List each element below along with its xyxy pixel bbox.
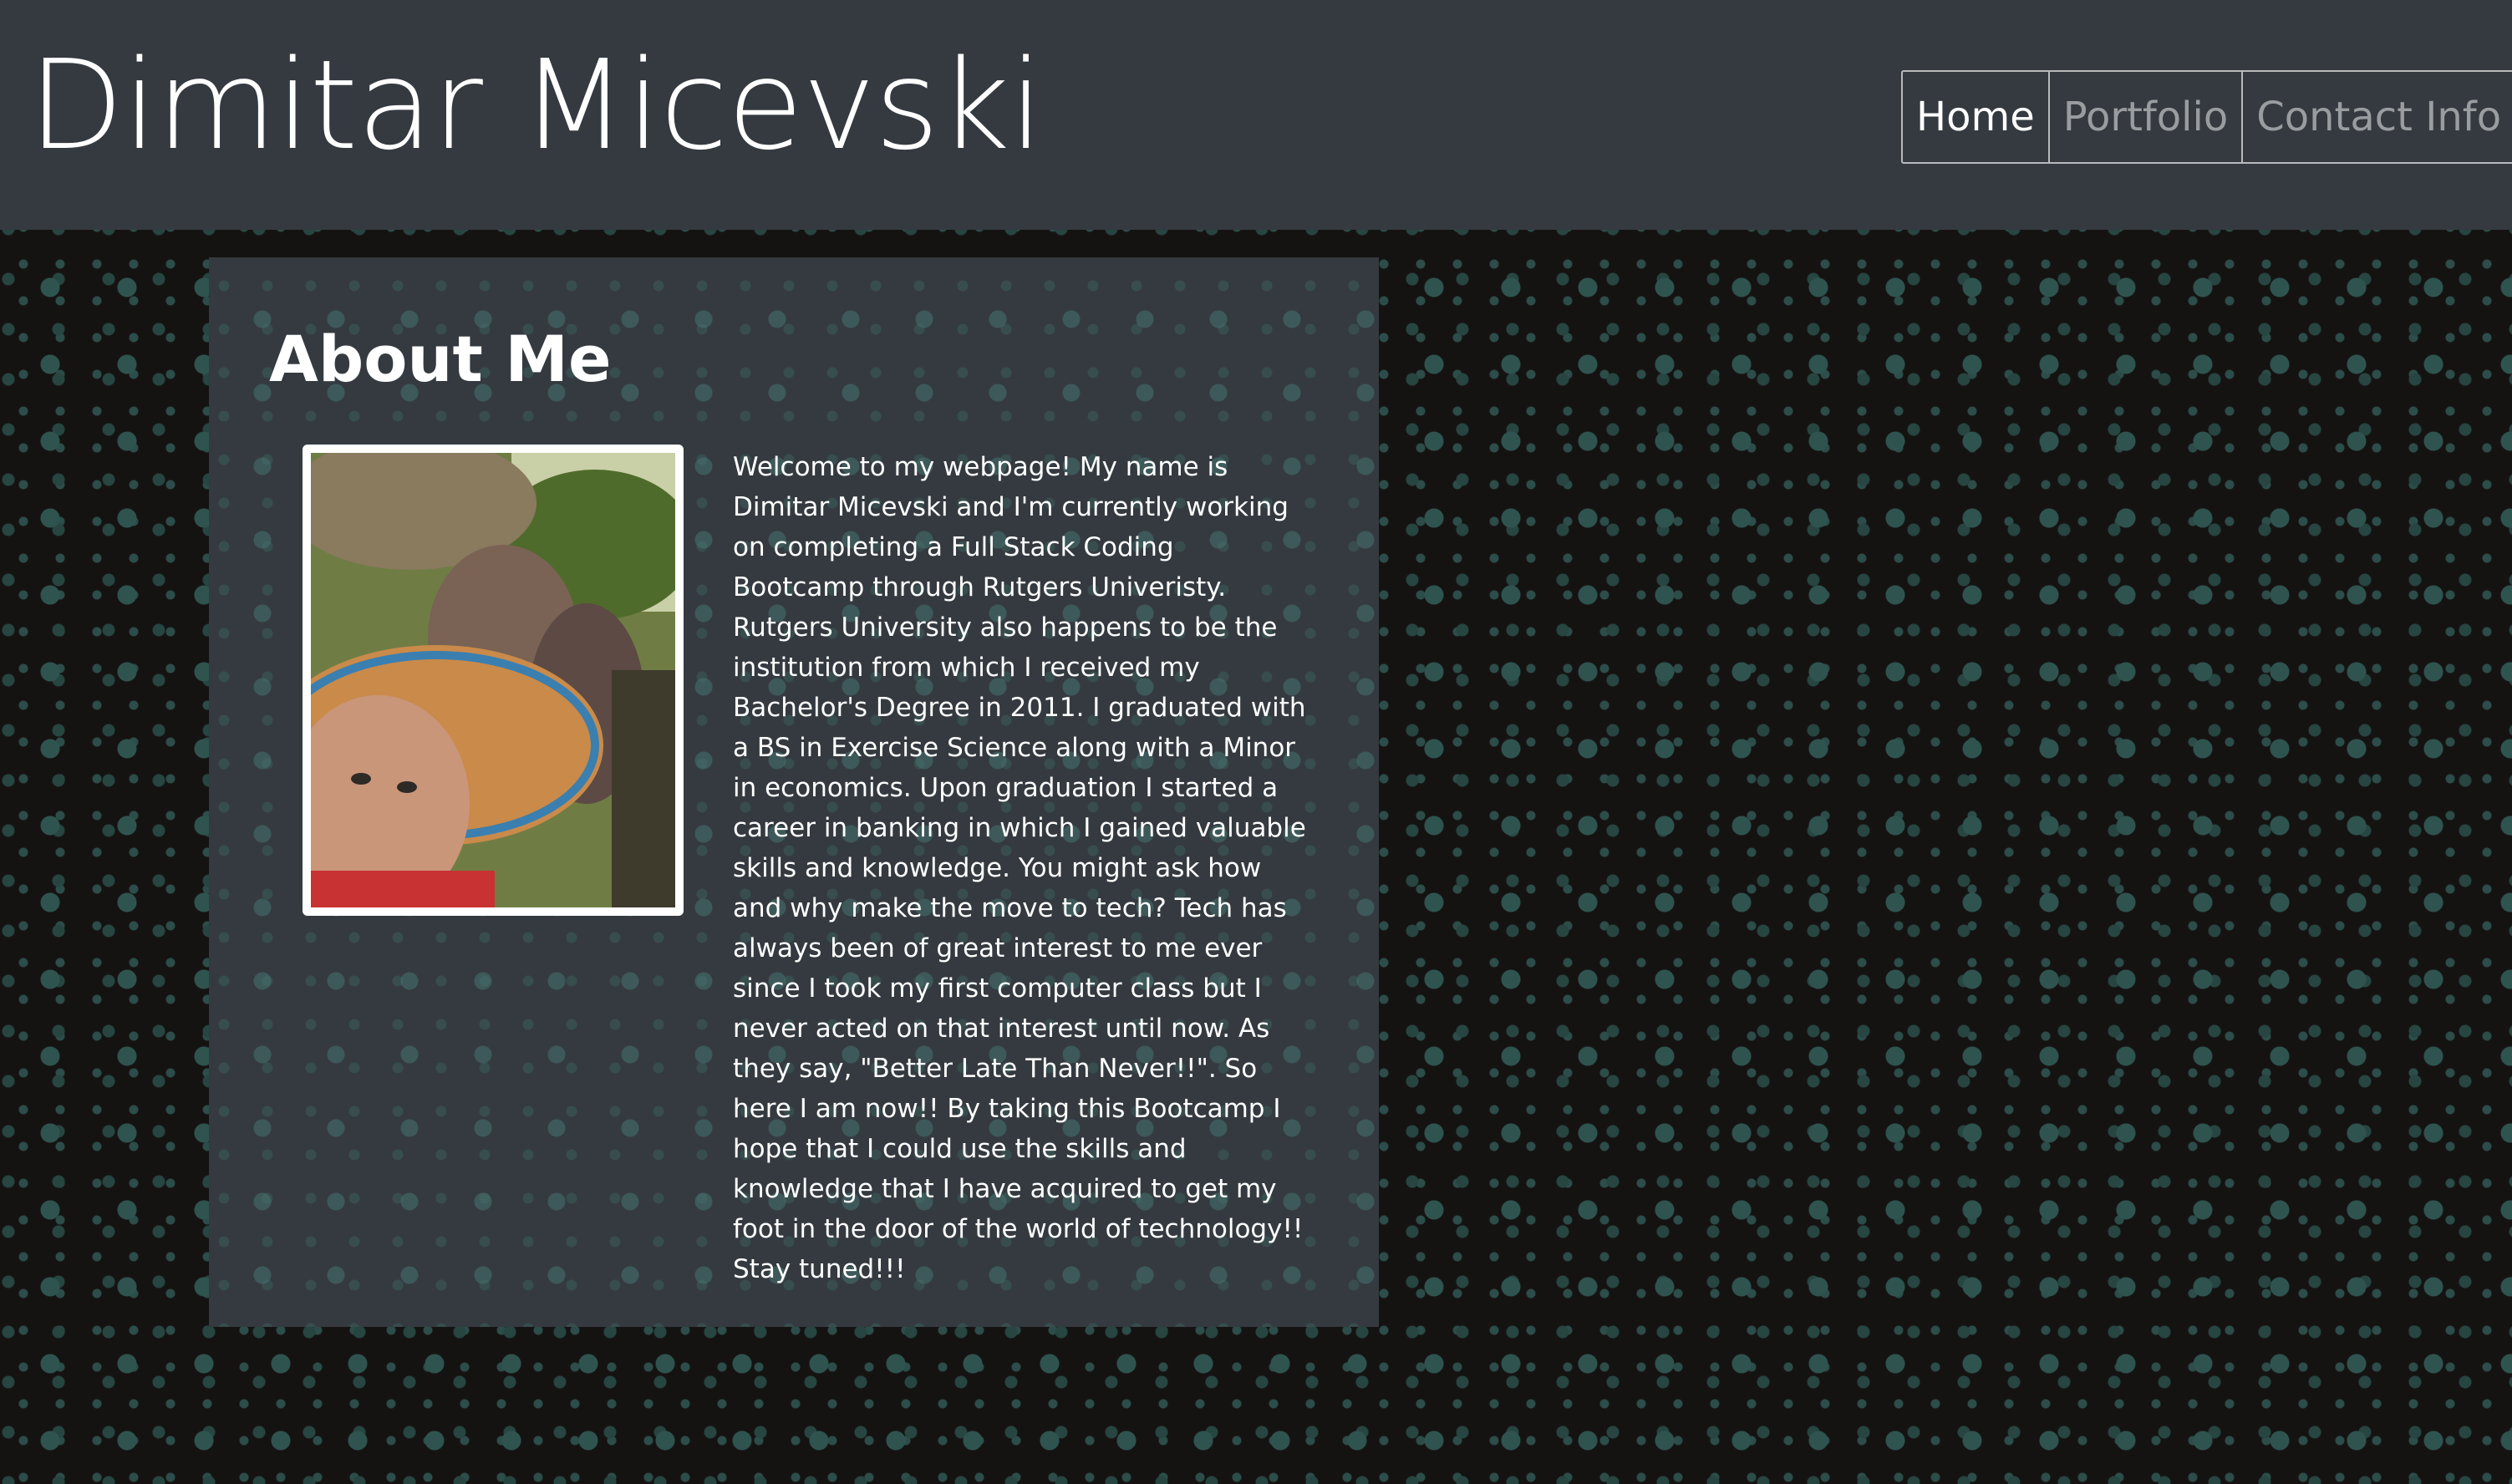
top-navbar: Dimitar Micevski Home Portfolio Contact … [0,0,2512,230]
site-brand[interactable]: Dimitar Micevski [28,43,1044,167]
nav-home-link[interactable]: Home [1903,72,2048,162]
nav-contact-info-link[interactable]: Contact Info [2241,72,2512,162]
about-me-bio: Welcome to my webpage! My name is Dimita… [733,452,1306,1284]
nav-portfolio-link[interactable]: Portfolio [2047,72,2241,162]
profile-photo [303,445,684,916]
main-nav: Home Portfolio Contact Info [1901,70,2512,164]
about-me-heading: About Me [269,322,612,396]
profile-photo-image [311,453,675,907]
about-me-card: About Me Welcome to my webpage! My name … [209,257,1379,1327]
